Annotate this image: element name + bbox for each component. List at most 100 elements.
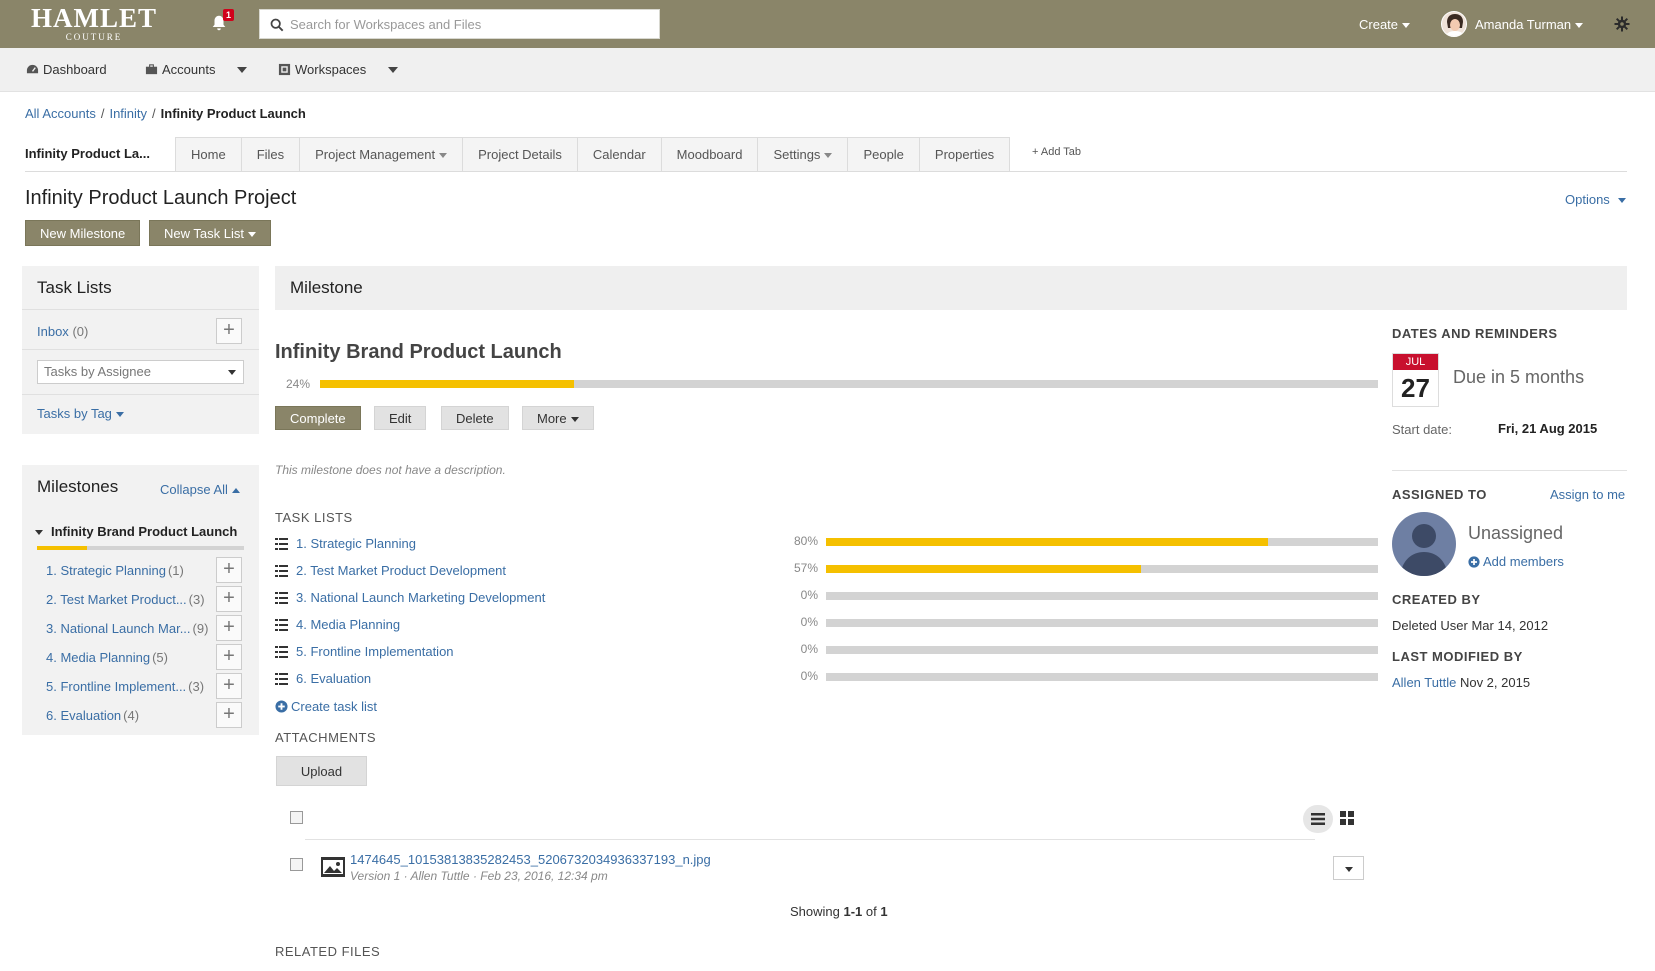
options-label: Options: [1565, 192, 1610, 207]
milestone-tree-current[interactable]: Infinity Brand Product Launch: [35, 524, 237, 539]
nav-accounts[interactable]: Accounts: [145, 62, 215, 77]
chevron-up-icon: [231, 488, 240, 494]
milestone-section-heading: Milestone: [275, 266, 1627, 310]
task-list-progress-label: 0%: [800, 669, 818, 683]
tasks-by-tag-toggle[interactable]: Tasks by Tag: [37, 406, 124, 421]
grid-view-toggle[interactable]: [1340, 811, 1356, 827]
tasks-filter-value: Tasks by Assignee: [44, 364, 151, 379]
add-task-button[interactable]: +: [216, 644, 242, 670]
breadcrumb-current: Infinity Product Launch: [160, 106, 306, 121]
list-view-toggle[interactable]: [1303, 805, 1333, 833]
user-menu[interactable]: Amanda Turman: [1475, 17, 1584, 32]
tab-settings-label: Settings: [773, 147, 821, 162]
tab-calendar[interactable]: Calendar: [576, 137, 661, 172]
task-list-label: 5. Frontline Implementation: [296, 644, 454, 659]
select-all-checkbox[interactable]: [290, 811, 303, 824]
accounts-dropdown-toggle[interactable]: [233, 62, 251, 78]
add-task-button[interactable]: +: [216, 615, 242, 641]
add-tab-link[interactable]: + Add Tab: [1032, 146, 1081, 158]
task-list-progress-label: 0%: [800, 615, 818, 629]
options-menu[interactable]: Options: [1565, 192, 1626, 207]
tab-moodboard[interactable]: Moodboard: [660, 137, 758, 172]
milestone-tree-item[interactable]: 5. Frontline Implement... (3): [46, 679, 204, 694]
edit-button[interactable]: Edit: [374, 406, 427, 430]
milestone-tree-item[interactable]: 6. Evaluation (4): [46, 708, 139, 723]
file-actions-dropdown[interactable]: [1333, 856, 1364, 880]
milestone-tree-item[interactable]: 4. Media Planning (5): [46, 650, 168, 665]
milestone-title: Infinity Brand Product Launch: [275, 341, 562, 363]
add-members-link[interactable]: Add members: [1468, 554, 1564, 569]
nav-workspaces-label: Workspaces: [295, 62, 367, 77]
milestone-tree-item[interactable]: 2. Test Market Product... (3): [46, 592, 205, 607]
milestone-tree-item[interactable]: 3. National Launch Mar... (9): [46, 621, 208, 636]
task-list-progress-bar: [826, 538, 1378, 546]
add-task-button[interactable]: +: [216, 673, 242, 699]
delete-button[interactable]: Delete: [441, 406, 509, 430]
chevron-down-icon: [247, 232, 256, 238]
chevron-down-icon: [115, 412, 124, 418]
task-list-link[interactable]: 4. Media Planning: [275, 617, 400, 632]
user-name: Amanda Turman: [1475, 17, 1572, 32]
last-modified-value: Allen Tuttle Nov 2, 2015: [1392, 675, 1530, 690]
tab-project-management[interactable]: Project Management: [299, 137, 463, 172]
add-task-button[interactable]: +: [216, 557, 242, 583]
workspaces-dropdown-toggle[interactable]: [384, 62, 402, 78]
last-modified-heading: LAST MODIFIED BY: [1392, 649, 1523, 664]
task-list-link[interactable]: 3. National Launch Marketing Development: [275, 590, 545, 605]
search-input[interactable]: [290, 10, 650, 38]
pagination-summary: Showing 1-1 of 1: [790, 904, 888, 919]
breadcrumb-separator: /: [100, 106, 105, 121]
add-task-button[interactable]: +: [216, 702, 242, 728]
dashboard-icon: [26, 64, 39, 74]
milestone-progress-fill: [320, 380, 574, 388]
tasks-filter-select[interactable]: Tasks by Assignee: [37, 360, 244, 384]
upload-button[interactable]: Upload: [276, 756, 367, 786]
chevron-down-icon: [570, 417, 579, 423]
more-button[interactable]: More: [522, 406, 594, 430]
task-list-link[interactable]: 2. Test Market Product Development: [275, 563, 506, 578]
last-modified-user-link[interactable]: Allen Tuttle: [1392, 675, 1456, 690]
add-task-button[interactable]: +: [216, 586, 242, 612]
created-by-value: Deleted User Mar 14, 2012: [1392, 618, 1549, 633]
hamlet-couture-logo[interactable]: HAMLET COUTURE: [31, 4, 157, 42]
milestone-tree-item-count: (9): [192, 621, 209, 636]
add-members-label: Add members: [1483, 554, 1564, 569]
file-row-checkbox[interactable]: [290, 858, 303, 871]
inbox-label: Inbox: [37, 324, 69, 339]
gear-icon[interactable]: [1614, 16, 1630, 32]
nav-workspaces[interactable]: Workspaces: [278, 62, 366, 77]
new-milestone-button[interactable]: New Milestone: [25, 220, 141, 246]
new-task-list-button[interactable]: New Task List: [149, 220, 271, 246]
inbox-item[interactable]: Inbox (0): [37, 324, 88, 339]
collapse-all-toggle[interactable]: Collapse All: [160, 482, 240, 497]
dates-reminders-heading: DATES AND REMINDERS: [1392, 326, 1558, 341]
tab-project-details[interactable]: Project Details: [462, 137, 577, 172]
milestone-progress-bar: [320, 380, 1378, 388]
assign-to-me-label: Assign to me: [1550, 487, 1626, 502]
collapse-all-label: Collapse All: [160, 482, 228, 497]
breadcrumb-all-accounts[interactable]: All Accounts: [25, 106, 96, 121]
create-menu[interactable]: Create: [1359, 17, 1411, 32]
task-list-label: 1. Strategic Planning: [296, 536, 416, 551]
attachment-file-link[interactable]: 1474645_10153813835282453_52067320349363…: [350, 852, 711, 867]
milestone-tree-item[interactable]: 1. Strategic Planning (1): [46, 563, 184, 578]
assign-to-me-link[interactable]: Assign to me: [1550, 487, 1625, 502]
create-task-list-link[interactable]: Create task list: [275, 699, 377, 714]
tab-settings[interactable]: Settings: [757, 137, 848, 172]
tab-home[interactable]: Home: [175, 137, 241, 172]
milestone-progress-label: 24%: [285, 377, 310, 391]
tab-properties[interactable]: Properties: [918, 137, 1011, 172]
user-avatar[interactable]: [1441, 11, 1467, 37]
unassigned-label: Unassigned: [1468, 523, 1564, 543]
task-list-link[interactable]: 1. Strategic Planning: [275, 536, 416, 551]
task-list-link[interactable]: 5. Frontline Implementation: [275, 644, 454, 659]
tab-people[interactable]: People: [847, 137, 919, 172]
list-view-icon: [1311, 813, 1325, 825]
breadcrumb-account[interactable]: Infinity: [109, 106, 147, 121]
tab-files[interactable]: Files: [240, 137, 300, 172]
nav-dashboard[interactable]: Dashboard: [26, 62, 107, 77]
complete-button[interactable]: Complete: [275, 406, 361, 430]
task-list-link[interactable]: 6. Evaluation: [275, 671, 371, 686]
tasks-by-tag-label: Tasks by Tag: [37, 406, 112, 421]
add-inbox-task-button[interactable]: +: [216, 318, 242, 344]
